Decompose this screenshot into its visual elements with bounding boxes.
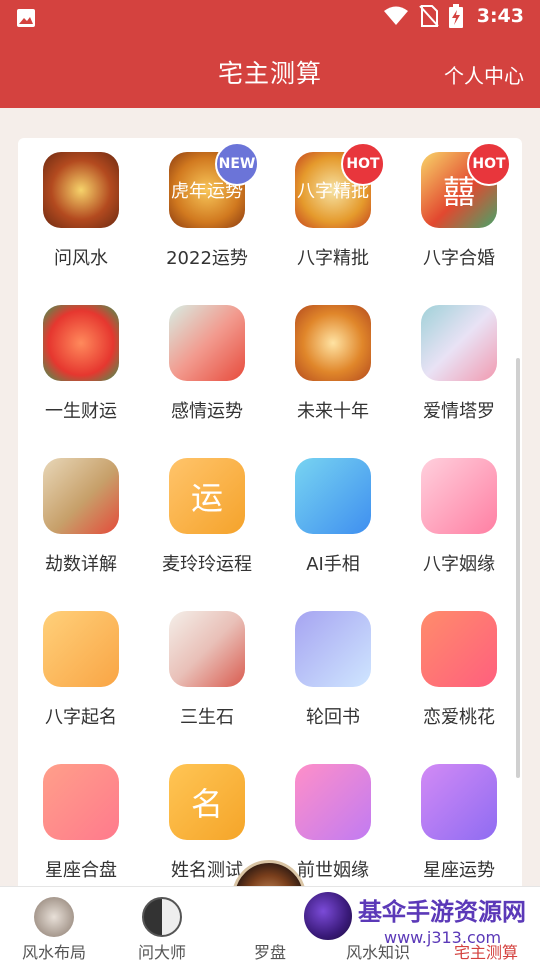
grid-item[interactable]: 劫数详解 <box>18 444 144 594</box>
watermark-line1: 基伞手游资源网 <box>358 898 526 926</box>
grid-item-label: 八字姻缘 <box>423 554 495 575</box>
grid-item-label: 感情运势 <box>171 401 243 422</box>
grid-item-label: 八字精批 <box>297 248 369 269</box>
fortune-char-icon: 运 <box>169 458 245 534</box>
grid-item[interactable]: 运麦玲玲运程 <box>144 444 270 594</box>
compass-icon <box>250 897 290 937</box>
money-bag-icon <box>43 305 119 381</box>
tab-label: 风水布局 <box>21 943 86 960</box>
peach-blossom-icon <box>421 611 497 687</box>
grid-item[interactable]: 感情运势 <box>144 291 270 441</box>
grid-item-label: 三生石 <box>180 707 234 728</box>
personal-center-button[interactable]: 个人中心 <box>444 60 524 89</box>
watermark-logo-icon <box>302 890 354 942</box>
grid-item-label: 未来十年 <box>297 401 369 422</box>
feng-shui-compass-icon <box>43 152 119 228</box>
heart-balloons-icon <box>43 764 119 840</box>
tarot-card-icon <box>421 305 497 381</box>
feng-shui-icon <box>34 897 74 937</box>
app-bar: 宅主测算 个人中心 <box>0 36 540 108</box>
grid-item-label: 爱情塔罗 <box>423 401 495 422</box>
grid-item-label: 星座合盘 <box>45 860 117 881</box>
grid-item[interactable]: 爱情塔罗 <box>396 291 522 441</box>
grid-item-label: 问风水 <box>54 248 108 269</box>
hearts-icon <box>421 458 497 534</box>
watermark: 基伞手游资源网 www.j313.com <box>302 888 538 958</box>
icon-art-text: 运 <box>190 479 223 517</box>
baby-icon <box>43 611 119 687</box>
grid-item-label: 一生财运 <box>45 401 117 422</box>
new-badge: NEW <box>215 142 259 186</box>
grid-item-label: 八字起名 <box>45 707 117 728</box>
status-bar: 3:43 <box>0 0 540 36</box>
yin-yang-icon <box>142 897 182 937</box>
open-book-icon <box>295 611 371 687</box>
name-card-icon: 名 <box>169 764 245 840</box>
couple-silhouette-icon <box>295 764 371 840</box>
grid-item[interactable]: 囍 HOT 八字合婚 <box>396 138 522 288</box>
image-icon <box>17 9 35 27</box>
love-letter-icon <box>169 305 245 381</box>
ancient-book-icon <box>43 458 119 534</box>
hot-badge: HOT <box>467 142 511 186</box>
icon-art-text: 名 <box>190 785 223 823</box>
feature-grid-card: 问风水 虎年运势 NEW 2022运势 八字精批 HOT 八字精批囍 HOT 八字合婚 一生财运感… <box>18 138 522 898</box>
grid-item[interactable]: 星座运势 <box>396 750 522 898</box>
grid-item[interactable]: 三生石 <box>144 597 270 747</box>
grid-item[interactable]: 未来十年 <box>270 291 396 441</box>
hot-badge: HOT <box>341 142 385 186</box>
grid-item-label: 麦玲玲运程 <box>162 554 252 575</box>
grid-item[interactable]: 问风水 <box>18 138 144 288</box>
grid-item[interactable]: 星座合盘 <box>18 750 144 898</box>
palm-scan-icon <box>295 458 371 534</box>
crystal-stone-icon <box>169 611 245 687</box>
grid-item[interactable]: 轮回书 <box>270 597 396 747</box>
star-mandala-icon <box>421 764 497 840</box>
scrollbar[interactable] <box>516 358 520 778</box>
grid-item[interactable]: 八字起名 <box>18 597 144 747</box>
no-sim-icon <box>418 5 439 27</box>
grid-item[interactable]: 恋爱桃花 <box>396 597 522 747</box>
tab-feng-shui[interactable]: 风水布局 <box>0 887 108 960</box>
grid-item[interactable]: 一生财运 <box>18 291 144 441</box>
grid-item[interactable]: AI手相 <box>270 444 396 594</box>
status-time: 3:43 <box>476 5 524 27</box>
grid-item[interactable]: 虎年运势 NEW 2022运势 <box>144 138 270 288</box>
watermark-line2: www.j313.com <box>384 928 502 947</box>
grid-item-label: 恋爱桃花 <box>423 707 495 728</box>
treasure-bowl-icon <box>295 305 371 381</box>
battery-charging-icon <box>448 4 463 28</box>
wifi-icon <box>383 6 408 25</box>
grid-item-label: 轮回书 <box>306 707 360 728</box>
grid-item-label: AI手相 <box>306 554 360 575</box>
grid-item[interactable]: 八字姻缘 <box>396 444 522 594</box>
tab-yin-yang[interactable]: 问大师 <box>108 887 216 960</box>
grid-item-label: 劫数详解 <box>45 554 117 575</box>
grid-item-label: 2022运势 <box>166 248 248 269</box>
grid-item-label: 星座运势 <box>423 860 495 881</box>
grid-item-label: 八字合婚 <box>423 248 495 269</box>
grid-item[interactable]: 八字精批 HOT 八字精批 <box>270 138 396 288</box>
tab-label: 问大师 <box>137 943 186 960</box>
